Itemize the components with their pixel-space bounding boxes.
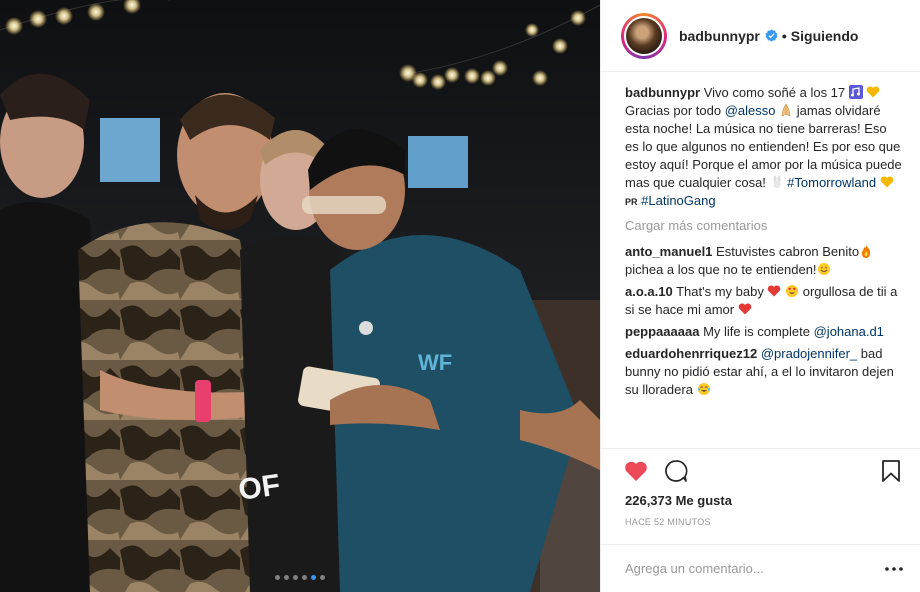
heart-icon: [625, 461, 647, 481]
post-timestamp[interactable]: HACE 52 MINUTOS: [601, 514, 920, 544]
rabbit-icon: [772, 175, 781, 189]
avatar-image: [624, 15, 664, 56]
hashtag-tomorrowland[interactable]: #Tomorrowland: [787, 175, 876, 190]
post-sidebar: badbunnypr • Siguiendo badbunnypr Vivo c…: [600, 0, 920, 592]
header-separator: •: [781, 27, 787, 44]
comment-button[interactable]: [663, 458, 689, 484]
carousel-dot[interactable]: [320, 575, 325, 580]
follow-status-button[interactable]: Siguiendo: [791, 28, 859, 44]
carousel-dot[interactable]: [302, 575, 307, 580]
add-comment-bar: [601, 544, 920, 592]
red-heart-icon: [768, 285, 781, 297]
save-button[interactable]: [878, 458, 904, 484]
comment-text: My life is complete: [703, 324, 810, 339]
header-username[interactable]: badbunnypr: [679, 28, 760, 44]
mention-link[interactable]: @alesso: [725, 103, 776, 118]
comment-mention-link[interactable]: @pradojennifer_: [761, 346, 857, 361]
fire-icon: [862, 245, 871, 258]
caption-text-2: Gracias por todo: [625, 103, 722, 118]
avatar[interactable]: [621, 12, 667, 59]
more-icon: [885, 566, 903, 571]
carousel-dot[interactable]: [293, 575, 298, 580]
caption-username[interactable]: badbunnypr: [625, 85, 700, 100]
carousel-dots: [0, 575, 600, 580]
hashtag-latinogang[interactable]: #LatinoGang: [641, 193, 715, 208]
red-heart-icon: [738, 303, 751, 315]
comment-item: peppaaaaaa My life is complete @johana.d…: [625, 323, 902, 341]
smile-face-icon: [817, 263, 830, 275]
yellow-heart-icon: [880, 176, 893, 188]
more-options-button[interactable]: [882, 559, 906, 579]
photo-scene: WF OF: [0, 0, 600, 592]
comment-mention-link[interactable]: @johana.d1: [814, 324, 884, 339]
comment-username[interactable]: eduardohenrriquez12: [625, 346, 757, 361]
post-header: badbunnypr • Siguiendo: [601, 0, 920, 72]
heart-eyes-icon: [786, 285, 799, 297]
caption: badbunnypr Vivo como soñé a los 17 Graci…: [625, 84, 902, 211]
comment-item: eduardohenrriquez12 @pradojennifer_ bad …: [625, 345, 902, 399]
yellow-heart-icon: [867, 86, 880, 98]
pr-flag-label: PR: [625, 197, 638, 207]
svg-text:WF: WF: [418, 350, 452, 375]
load-more-comments-button[interactable]: Cargar más comentarios: [625, 217, 902, 235]
comment-text: That's my baby: [676, 284, 764, 299]
add-comment-input[interactable]: [625, 561, 882, 576]
post-actions: [601, 448, 920, 492]
comments-section: badbunnypr Vivo como soñé a los 17 Graci…: [601, 72, 920, 448]
comment-icon: [665, 459, 688, 482]
comment-item: a.o.a.10 That's my baby orgullosa de tii…: [625, 283, 902, 319]
comment-text-continued: pichea a los que no te entienden!: [625, 262, 817, 277]
svg-text:OF: OF: [236, 468, 282, 506]
post-window: WF OF badbunnypr • Siguiendo badbunnypr: [0, 0, 920, 592]
verified-icon: [765, 29, 778, 42]
like-button[interactable]: [623, 458, 649, 484]
comment-text: Estuvistes cabron Benito: [716, 244, 860, 259]
praying-hands-icon: [781, 103, 791, 117]
carousel-dot[interactable]: [311, 575, 316, 580]
music-notes-icon: [848, 85, 863, 99]
carousel-dot[interactable]: [284, 575, 289, 580]
comment-item: anto_manuel1 Estuvistes cabron Benito pi…: [625, 243, 902, 279]
comment-username[interactable]: peppaaaaaa: [625, 324, 699, 339]
post-photo[interactable]: WF OF: [0, 0, 600, 592]
comment-username[interactable]: a.o.a.10: [625, 284, 673, 299]
carousel-dot[interactable]: [275, 575, 280, 580]
bookmark-icon: [882, 459, 900, 482]
likes-count[interactable]: 226,373 Me gusta: [601, 492, 920, 514]
comment-username[interactable]: anto_manuel1: [625, 244, 712, 259]
caption-text-1: Vivo como soñé a los 17: [703, 85, 846, 100]
tears-of-joy-icon: [697, 383, 710, 395]
